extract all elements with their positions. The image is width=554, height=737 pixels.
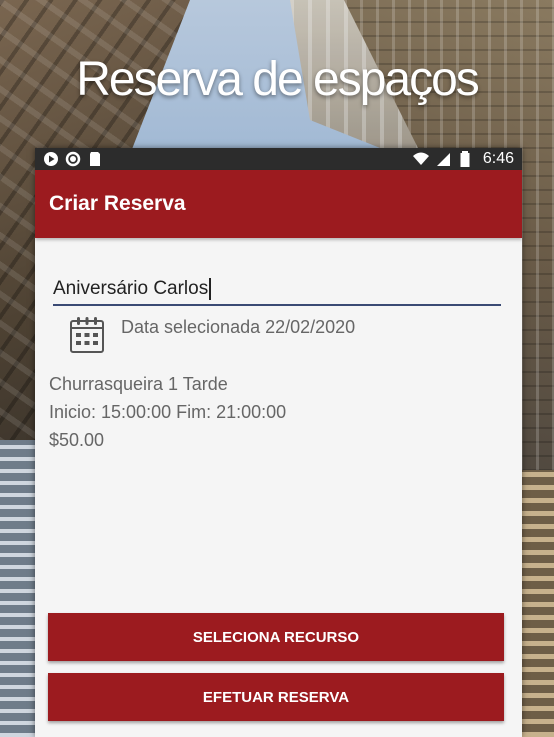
selected-date-label: Data selecionada 22/02/2020 [121, 317, 356, 337]
status-bar: 6:46 [35, 148, 522, 170]
status-clock: 6:46 [482, 150, 514, 167]
sd-card-icon [87, 151, 103, 167]
status-right: 6:46 [412, 150, 514, 168]
signal-icon [435, 151, 451, 167]
app-bar: Criar Reserva [35, 170, 522, 238]
app-bar-title: Criar Reserva [49, 192, 186, 215]
building-right-lower [518, 470, 554, 737]
status-left [43, 151, 103, 167]
make-booking-button[interactable]: EFETUAR RESERVA [48, 673, 504, 721]
play-protect-icon [43, 151, 59, 167]
calendar-icon[interactable] [69, 314, 105, 354]
event-name-field[interactable]: Aniversário Carlos [53, 264, 501, 306]
select-resource-button[interactable]: SELECIONA RECURSO [48, 613, 504, 661]
resource-price: $50.00 [49, 430, 105, 450]
headline: Reserva de espaços [76, 53, 480, 106]
form-content: Aniversário Carlos Data selecionada 22/0… [35, 264, 522, 454]
text-cursor [209, 278, 212, 300]
date-row: Data selecionada 22/02/2020 [49, 314, 508, 354]
event-name-value: Aniversário Carlos [53, 278, 209, 299]
wifi-icon [412, 151, 429, 167]
building-left-lower [0, 440, 40, 737]
circle-icon [65, 151, 81, 167]
phone-screen: 6:46 Criar Reserva Aniversário Carlos Da… [35, 148, 522, 737]
resource-name: Churrasqueira 1 Tarde [49, 374, 228, 394]
battery-icon [457, 151, 473, 167]
resource-info: Churrasqueira 1 Tarde Inicio: 15:00:00 F… [49, 370, 508, 454]
resource-schedule: Inicio: 15:00:00 Fim: 21:00:00 [49, 402, 287, 422]
